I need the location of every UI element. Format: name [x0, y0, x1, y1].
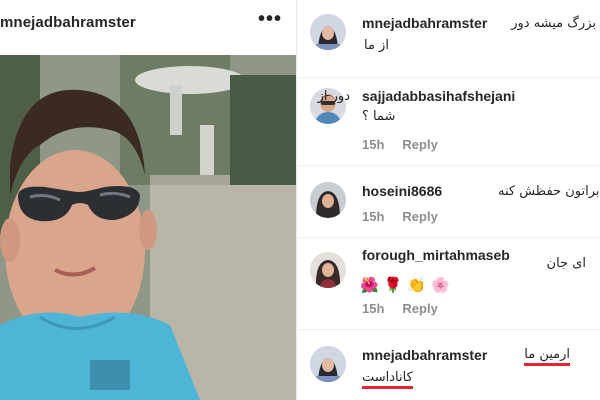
avatar-image — [310, 252, 346, 288]
comment-text-line1: ای جان — [546, 256, 586, 271]
post-header: mnejadbahramster ••• — [0, 0, 296, 50]
avatar[interactable] — [310, 14, 346, 50]
comment-item: mnejadbahramster ارمین ما کاناداست — [298, 330, 600, 400]
avatar-image — [310, 14, 346, 50]
comment-item: sajjadabbasihafshejani دور از شما ؟ 15h R… — [298, 78, 600, 166]
reply-button[interactable]: Reply — [402, 209, 437, 224]
more-horizontal-icon[interactable]: ••• — [258, 8, 282, 31]
comment-meta: 15h Reply — [362, 209, 438, 224]
hibiscus-emoji-icon: 🌺 — [360, 277, 379, 294]
avatar[interactable] — [310, 182, 346, 218]
avatar-image — [310, 182, 346, 218]
emoji-row: 🌺 🌹 👏 🌸 — [360, 276, 455, 296]
reply-button[interactable]: Reply — [402, 301, 437, 316]
clapping-hands-emoji-icon: 👏 — [407, 277, 427, 294]
rose-emoji-icon: 🌹 — [383, 277, 403, 294]
comment-text-line1: بزرگ میشه دور — [511, 16, 596, 31]
avatar-image — [310, 346, 346, 382]
comment-username[interactable]: hoseini8686 — [362, 183, 442, 199]
comment-item: hoseini8686 خدابراتون حفظش کنه 15h Reply — [298, 166, 600, 238]
comment-meta: 15h Reply — [362, 301, 438, 316]
comment-username[interactable]: forough_mirtahmaseb — [362, 247, 510, 263]
comment-username[interactable]: mnejadbahramster — [362, 347, 487, 363]
panel-divider — [296, 0, 297, 400]
comment-text-line2: از ما — [364, 38, 389, 53]
comment-item: forough_mirtahmaseb ای جان 🌺 🌹 👏 🌸 15h Reply — [298, 238, 600, 330]
comments-list: mnejadbahramster بزرگ میشه دور از ما saj… — [298, 0, 600, 400]
post-photo-illustration — [0, 55, 296, 400]
comment-text-line1: ارمین ما — [524, 347, 570, 366]
comment-text-line1: دور از — [317, 89, 350, 104]
post-photo[interactable] — [0, 55, 296, 400]
comment-time: 15h — [362, 137, 385, 152]
comment-time: 15h — [362, 301, 385, 316]
avatar[interactable] — [310, 346, 346, 382]
comment-text-line1: خدابراتون حفظش کنه — [498, 184, 600, 199]
cherry-blossom-emoji-icon: 🌸 — [431, 277, 450, 294]
comment-item: mnejadbahramster بزرگ میشه دور از ما — [298, 0, 600, 78]
comment-username[interactable]: mnejadbahramster — [362, 15, 487, 31]
comment-username[interactable]: sajjadabbasihafshejani — [362, 88, 515, 104]
reply-button[interactable]: Reply — [402, 137, 437, 152]
comment-text-line2: شما ؟ — [362, 109, 396, 124]
comment-time: 15h — [362, 209, 385, 224]
post-username[interactable]: mnejadbahramster — [0, 14, 136, 31]
comment-text-line2: کاناداست — [362, 370, 413, 389]
avatar[interactable] — [310, 252, 346, 288]
comment-meta: 15h Reply — [362, 137, 438, 152]
